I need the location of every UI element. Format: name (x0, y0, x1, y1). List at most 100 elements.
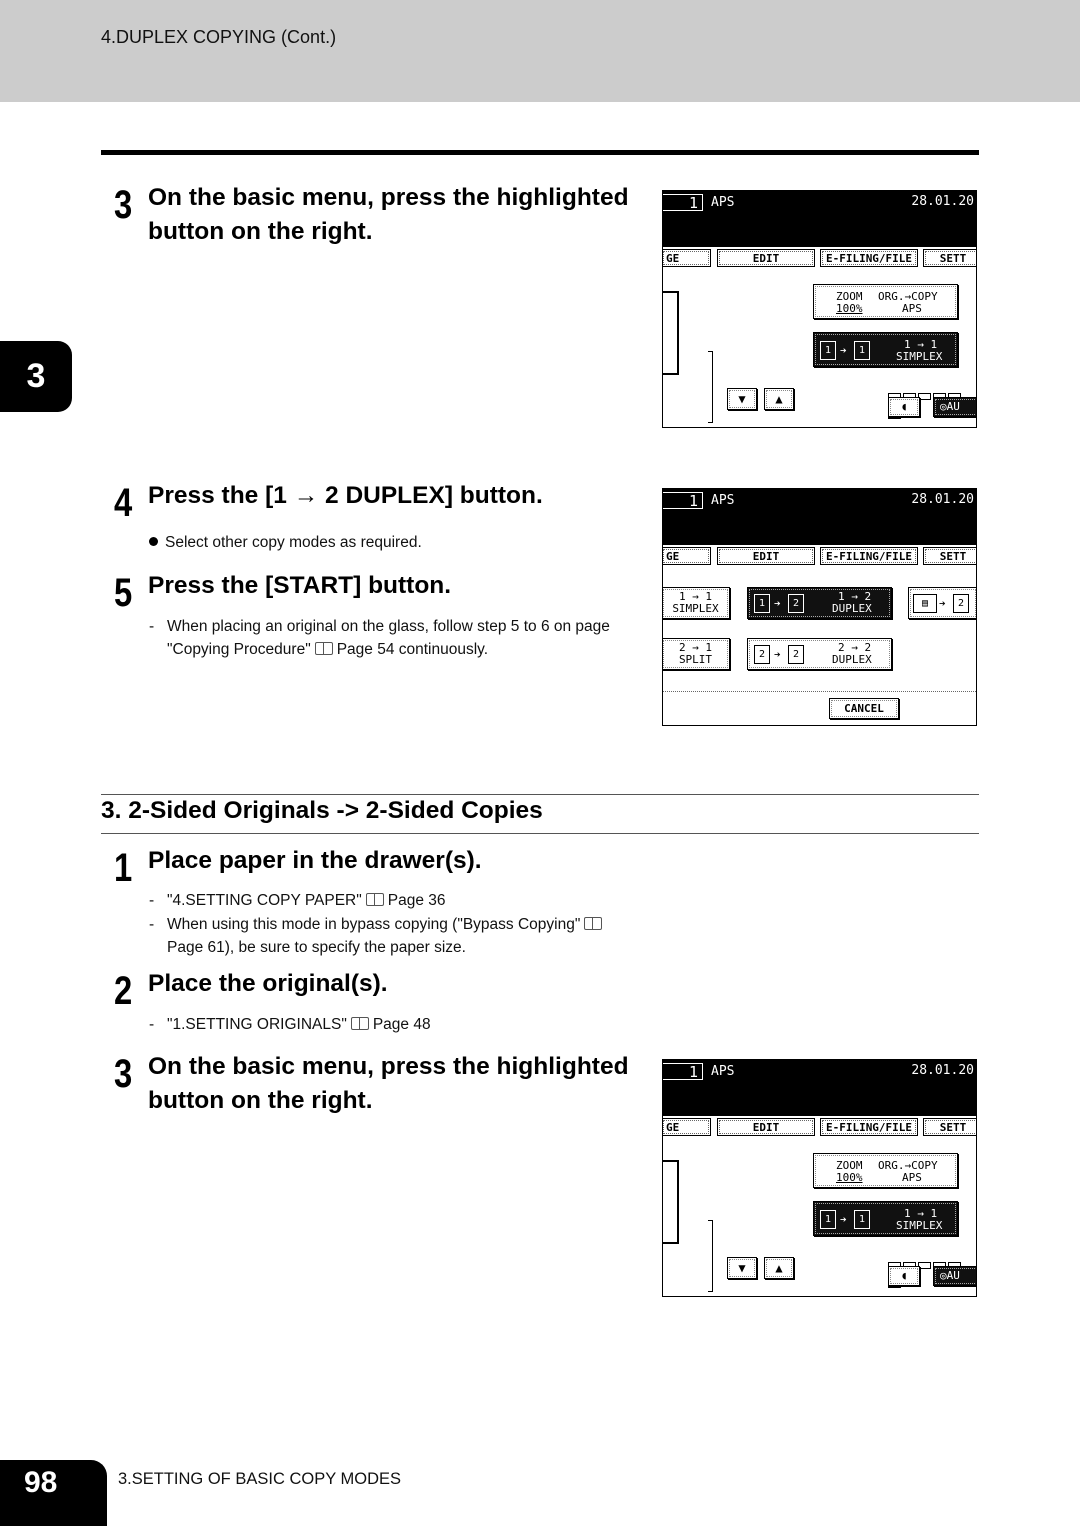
document-icon: 1 (820, 1210, 836, 1229)
step-title: Press the [1 → 2 DUPLEX] button. (148, 482, 543, 509)
step-title: Press the [START] button. (148, 572, 452, 599)
running-header: 4.DUPLEX COPYING (Cont.) (101, 27, 337, 47)
auto-density-button[interactable]: ◎AU (933, 397, 976, 417)
step-number: 2 (114, 969, 133, 1013)
tab-bar: GE EDIT E-FILING/FILE SETT (663, 249, 976, 271)
page-reference-link[interactable]: Page 54 continuously. (337, 641, 488, 658)
step-number: 5 (114, 571, 133, 615)
tab-edit[interactable]: EDIT (717, 547, 815, 565)
note-text: "4.SETTING COPY PAPER" (167, 892, 362, 909)
step-number: 3 (114, 1052, 133, 1096)
zoom-button[interactable]: ZOOM 100% ORG.→COPY APS (813, 284, 958, 319)
button-line: DUPLEX (832, 602, 872, 615)
book-reference-icon (584, 917, 603, 930)
section-header: 3. 2-Sided Originals -> 2-Sided Copies (101, 794, 979, 834)
simplex-duplex-button[interactable]: 1 ➔ 1 1 → 1 SIMPLEX (813, 332, 958, 367)
auto-density-button[interactable]: ◎AU (933, 1266, 976, 1286)
tab-settings[interactable]: SETT (923, 249, 976, 267)
auto-label: AU (946, 400, 960, 413)
step-title-line: button on the right. (148, 218, 373, 245)
tab-image[interactable]: GE (663, 249, 711, 267)
arrow-right-icon: ➔ (939, 597, 946, 610)
step-title-line: On the basic menu, press the highlighted (148, 1053, 629, 1080)
step-title: Place the original(s). (148, 970, 388, 997)
document-icon: 2 (788, 594, 804, 613)
simplex-button[interactable]: 1 → 1 SIMPLEX (663, 587, 730, 619)
tray-bracket (708, 351, 713, 423)
tab-image[interactable]: GE (663, 1118, 711, 1136)
simplex-duplex-button[interactable]: 1 ➔ 1 1 → 1 SIMPLEX (813, 1201, 958, 1236)
note-dash: - "1.SETTING ORIGINALS" Page 48 (149, 1016, 431, 1033)
document-icon: 1 (854, 341, 870, 360)
document-icon: 2 (754, 645, 770, 664)
paper-mode: APS (711, 195, 735, 210)
tab-settings[interactable]: SETT (923, 1118, 976, 1136)
step-title: Place paper in the drawer(s). (148, 847, 482, 874)
footer-chapter-title: 3.SETTING OF BASIC COPY MODES (118, 1470, 401, 1488)
tab-settings[interactable]: SETT (923, 547, 976, 565)
step-number: 4 (114, 481, 133, 525)
header-band: 4.DUPLEX COPYING (Cont.) (0, 0, 1080, 102)
step-number: 3 (114, 183, 133, 227)
tab-edit[interactable]: EDIT (717, 249, 815, 267)
tray-bracket (708, 1220, 713, 1292)
bullet-icon (149, 537, 158, 546)
paper-mode: APS (711, 1064, 735, 1079)
duplex-2-2-button[interactable]: 2 ➔ 2 2 → 2 DUPLEX (747, 638, 892, 670)
book-duplex-button[interactable]: ▤ ➔ 2 (908, 587, 976, 619)
scroll-up-button[interactable]: ▲ (764, 388, 794, 410)
book-reference-icon (350, 1017, 369, 1030)
copier-screen-duplex-menu: 1 APS 28.01.20 GE EDIT E-FILING/FILE SET… (662, 488, 977, 726)
copy-count: 1 (663, 194, 703, 212)
density-light-button[interactable]: ◖ (888, 1266, 920, 1286)
cancel-button[interactable]: CANCEL (829, 698, 899, 719)
scroll-up-button[interactable]: ▲ (764, 1257, 794, 1279)
tab-efiling[interactable]: E-FILING/FILE (820, 547, 918, 565)
note-dash: - When placing an original on the glass, … (149, 618, 610, 635)
density-light-button[interactable]: ◖ (888, 397, 920, 417)
tab-image[interactable]: GE (663, 547, 711, 565)
document-icon: 1 (754, 594, 770, 613)
page-reference-link[interactable]: Page 48 (373, 1016, 431, 1033)
document-icon: 1 (820, 341, 836, 360)
copier-illustration (663, 291, 679, 375)
step-title-line: On the basic menu, press the highlighted (148, 184, 629, 211)
arrow-right-icon: ➔ (840, 344, 847, 357)
page-reference-link[interactable]: Page 36 (388, 892, 446, 909)
tab-efiling[interactable]: E-FILING/FILE (820, 1118, 918, 1136)
step-number: 1 (114, 846, 133, 890)
scroll-down-button[interactable]: ▼ (727, 1257, 757, 1279)
copier-screen-basic-bottom: 1 APS 28.01.20 GE EDIT E-FILING/FILE SET… (662, 1059, 977, 1297)
tab-efiling[interactable]: E-FILING/FILE (820, 249, 918, 267)
auto-icon: ◎ (940, 400, 947, 413)
open-book-icon: ▤ (913, 594, 937, 613)
copier-illustration (663, 1160, 679, 1244)
note-text: "1.SETTING ORIGINALS" (167, 1016, 347, 1033)
button-line: DUPLEX (832, 653, 872, 666)
top-rule (101, 150, 979, 155)
scroll-down-button[interactable]: ▼ (727, 388, 757, 410)
split-button[interactable]: 2 → 1 SPLIT (663, 638, 730, 670)
zoom-button[interactable]: ZOOM 100% ORG.→COPY APS (813, 1153, 958, 1188)
section-title: 3. 2-Sided Originals -> 2-Sided Copies (101, 797, 543, 824)
zoom-value: 100% (836, 302, 863, 315)
step-title-line: button on the right. (148, 1087, 373, 1114)
duplex-mode-line: SIMPLEX (896, 1219, 943, 1232)
document-icon: 1 (854, 1210, 870, 1229)
step-title: On the basic menu, press the highlighted… (148, 1050, 629, 1118)
org-copy-value: APS (902, 1171, 922, 1184)
note-text: When using this mode in bypass copying (… (167, 916, 581, 933)
status-bar: 1 APS 28.01.20 (663, 1060, 976, 1116)
auto-label: AU (946, 1269, 960, 1282)
document-icon: 2 (788, 645, 804, 664)
note-text: Select other copy modes as required. (165, 534, 422, 551)
document-icon: 2 (953, 594, 969, 613)
note-dash: - "4.SETTING COPY PAPER" Page 36 (149, 892, 446, 909)
tab-edit[interactable]: EDIT (717, 1118, 815, 1136)
org-copy-value: APS (902, 302, 922, 315)
tab-bar: GE EDIT E-FILING/FILE SETT (663, 1118, 976, 1140)
paper-mode: APS (711, 493, 735, 508)
book-reference-icon (365, 893, 384, 906)
duplex-1-2-button[interactable]: 1 ➔ 2 1 → 2 DUPLEX (747, 587, 892, 619)
arrow-right-icon: ➔ (774, 648, 781, 661)
